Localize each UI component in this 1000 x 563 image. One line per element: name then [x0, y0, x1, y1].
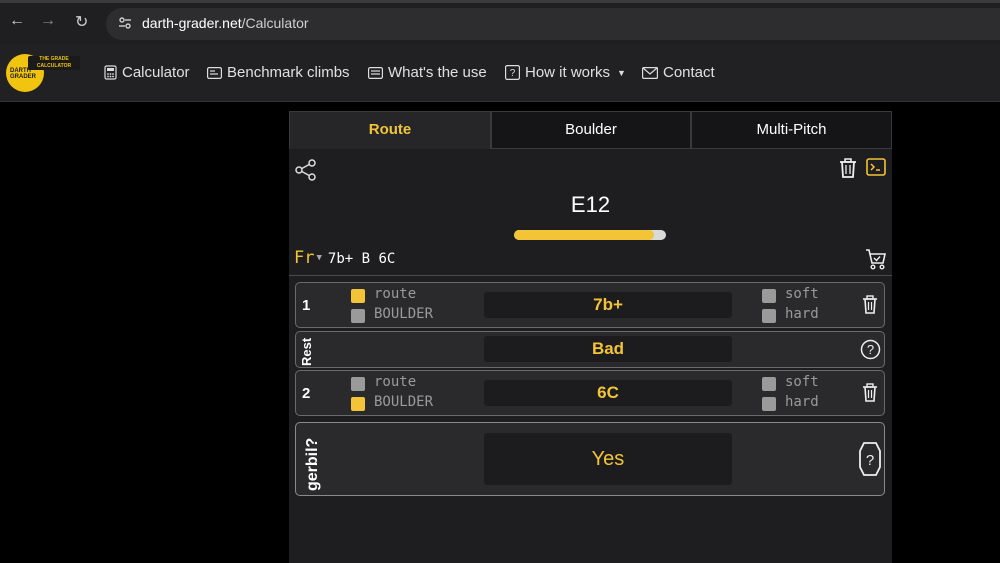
envelope-icon — [642, 66, 658, 79]
rest-select[interactable]: Bad — [484, 336, 732, 362]
cart-icon[interactable] — [865, 248, 887, 270]
route-label: route — [374, 374, 417, 390]
climb-number: 1 — [302, 297, 311, 314]
trash-icon[interactable] — [862, 383, 878, 402]
gerbil-select[interactable]: Yes — [484, 433, 732, 485]
reload-icon[interactable]: ↻ — [75, 12, 88, 32]
site-settings-icon[interactable] — [118, 16, 132, 30]
nav-calculator[interactable]: Calculator — [104, 64, 190, 81]
card-icon — [207, 66, 222, 79]
svg-text:?: ? — [866, 452, 874, 469]
divider — [289, 275, 892, 276]
climb-number: 2 — [302, 385, 311, 402]
nav-whats-the-use-label: What's the use — [388, 64, 487, 81]
nav-whats-the-use[interactable]: What's the use — [368, 64, 487, 81]
svg-text:?: ? — [867, 342, 874, 357]
browser-toolbar: ← → ↻ darth-grader.net/Calculator — [0, 0, 1000, 44]
nav-contact[interactable]: Contact — [642, 64, 715, 81]
climb-grade-select[interactable]: 7b+ — [484, 292, 732, 318]
terminal-icon[interactable] — [866, 158, 886, 176]
boulder-checkbox[interactable] — [351, 309, 365, 323]
boulder-label: BOULDER — [374, 394, 434, 410]
nav-benchmark-climbs[interactable]: Benchmark climbs — [207, 64, 350, 81]
logo-banner: THE GRADE CALCULATOR — [28, 56, 80, 70]
forward-icon[interactable]: → — [40, 12, 56, 30]
calculator-panel: Route Boulder Multi-Pitch E12 Fr ▼ 7b+ B… — [289, 111, 892, 563]
climb-row-1: 1 route BOULDER 7b+ soft hard — [295, 282, 885, 328]
soft-checkbox[interactable] — [762, 377, 776, 391]
help-circle-icon[interactable]: ? — [858, 441, 882, 477]
trash-icon[interactable] — [839, 158, 857, 178]
soft-label: soft — [785, 286, 819, 302]
scale-caret-icon[interactable]: ▼ — [316, 253, 321, 263]
nav-calculator-label: Calculator — [122, 64, 190, 81]
url-path: /Calculator — [241, 15, 309, 31]
site-navbar: DARTH GRADER THE GRADE CALCULATOR Calcul… — [0, 44, 1000, 102]
url-text[interactable]: darth-grader.net/Calculator — [142, 15, 309, 31]
hard-checkbox[interactable] — [762, 397, 776, 411]
nav-benchmark-label: Benchmark climbs — [227, 64, 350, 81]
hard-checkbox[interactable] — [762, 309, 776, 323]
calculator-icon — [104, 65, 117, 80]
scale-row: Fr ▼ 7b+ B 6C — [294, 248, 395, 268]
scale-selector[interactable]: Fr — [294, 248, 314, 268]
share-icon[interactable] — [295, 159, 317, 181]
calculator-tabs: Route Boulder Multi-Pitch — [289, 111, 892, 149]
boulder-checkbox[interactable] — [351, 397, 365, 411]
svg-text:?: ? — [510, 68, 516, 79]
trash-icon[interactable] — [862, 295, 878, 314]
help-circle-icon[interactable]: ? — [860, 339, 881, 360]
route-checkbox[interactable] — [351, 377, 365, 391]
nav-how-it-works-label: How it works — [525, 64, 611, 81]
grade-progress-fill — [514, 230, 654, 240]
question-box-icon: ? — [505, 65, 520, 80]
rest-row: Rest Bad ? — [295, 331, 885, 368]
tab-route[interactable]: Route — [289, 111, 491, 149]
climb-row-2: 2 route BOULDER 6C soft hard — [295, 370, 885, 416]
grade-progress-bar — [514, 230, 666, 240]
url-host: darth-grader.net — [142, 15, 242, 31]
nav-how-it-works[interactable]: ? How it works ▼ — [505, 64, 626, 81]
rest-label: Rest — [299, 337, 314, 366]
address-bar[interactable]: darth-grader.net/Calculator — [106, 8, 1000, 40]
hard-label: hard — [785, 394, 819, 410]
message-icon — [368, 66, 383, 79]
soft-label: soft — [785, 374, 819, 390]
result-grade: E12 — [570, 192, 611, 217]
gerbil-row: gerbil? Yes ? — [295, 422, 885, 496]
route-checkbox[interactable] — [351, 289, 365, 303]
back-icon[interactable]: ← — [9, 12, 25, 30]
caret-down-icon: ▼ — [617, 67, 626, 78]
tab-boulder[interactable]: Boulder — [491, 111, 691, 149]
soft-checkbox[interactable] — [762, 289, 776, 303]
nav-contact-label: Contact — [663, 64, 715, 81]
gerbil-label: gerbil? — [304, 437, 321, 491]
boulder-label: BOULDER — [374, 306, 434, 322]
logo-banner-text: THE GRADE CALCULATOR — [36, 56, 72, 69]
scale-summary: 7b+ B 6C — [327, 251, 396, 267]
hard-label: hard — [785, 306, 819, 322]
climb-grade-select[interactable]: 6C — [484, 380, 732, 406]
screen: ← → ↻ darth-grader.net/Calculator DARTH … — [0, 0, 1000, 563]
tab-multi-pitch[interactable]: Multi-Pitch — [691, 111, 892, 149]
route-label: route — [374, 286, 417, 302]
